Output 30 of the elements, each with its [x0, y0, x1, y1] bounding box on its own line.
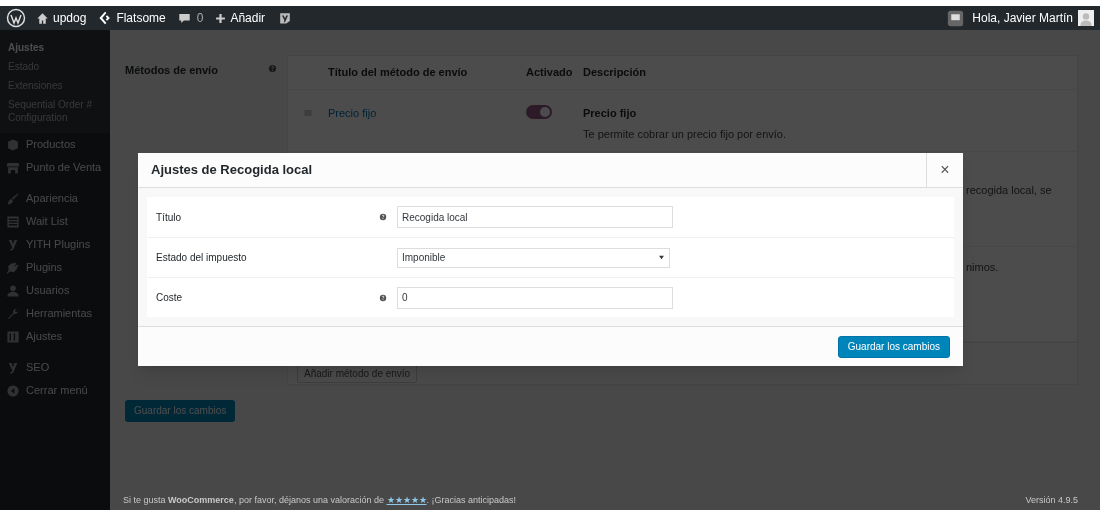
site-name-link[interactable]: updog — [36, 9, 87, 27]
field-label: Métodos de envío — [125, 63, 218, 78]
rating-link[interactable]: ★★★★★ — [386, 494, 427, 505]
footer-text: Si te gusta WooCommerce, por favor, déjanos una valoración de ★★★★★. ¡Gracias anticipadas! — [123, 493, 517, 507]
notification-icon — [947, 9, 965, 27]
avatar-icon — [1078, 10, 1094, 26]
column-header: Activado — [526, 65, 574, 81]
select-field[interactable]: Imponible — [397, 247, 670, 268]
method-name: Precio fijo — [583, 106, 638, 121]
column-header: Título del método de envío — [328, 65, 469, 81]
input-field[interactable]: 0 — [397, 286, 673, 309]
y-logo-icon[interactable] — [279, 11, 292, 25]
version-text: Versión 4.9.5 — [1025, 493, 1078, 507]
account-link[interactable]: Hola, Javier Martín — [972, 9, 1094, 27]
comments-link[interactable]: 0 — [177, 9, 204, 27]
new-content-link[interactable]: Añadir — [215, 9, 266, 27]
dialog-title: Ajustes de Recogida local — [150, 161, 314, 180]
save-changes-button[interactable]: Guardar los cambios — [837, 335, 950, 358]
theme-link[interactable]: Flatsome — [98, 9, 166, 27]
input-field[interactable]: Recogida local — [397, 206, 673, 228]
field-label: Coste — [156, 291, 183, 305]
close-button[interactable]: × — [926, 153, 963, 187]
speech-bubble-icon — [177, 11, 191, 25]
plus-icon — [215, 12, 227, 24]
wordpress-logo-icon — [6, 8, 26, 28]
column-header: Descripción — [583, 65, 647, 81]
field-label: Estado del impuesto — [156, 251, 247, 265]
field-label: Título — [156, 210, 181, 225]
dropdown-arrow-icon — [658, 254, 665, 261]
home-icon — [36, 11, 49, 25]
